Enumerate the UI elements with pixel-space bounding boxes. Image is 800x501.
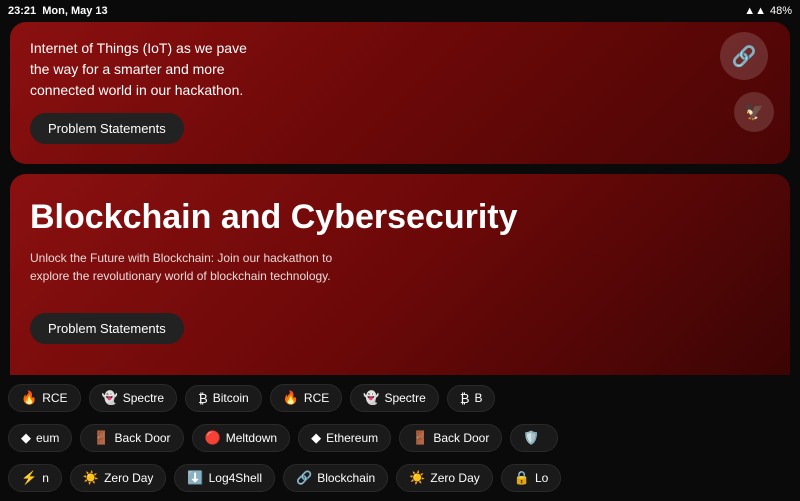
b-icon: ₿ (460, 391, 470, 406)
blockchain-problem-statements-button[interactable]: Problem Statements (30, 313, 184, 344)
tag-label: Blockchain (317, 471, 375, 485)
list-item: 🔥 RCE (8, 384, 81, 412)
tag-label: B (474, 391, 482, 405)
list-item: ⚡ n (8, 464, 62, 492)
list-item: 🔴 Meltdown (192, 424, 291, 452)
tags-row-2: ◆ eum 🚪 Back Door 🔴 Meltdown ◆ Ethereum … (0, 419, 800, 457)
iot-card-text: Internet of Things (IoT) as we pave the … (30, 38, 250, 101)
iot-icon-2: 🦅 (734, 92, 774, 132)
spectre-icon-2: 👻 (363, 390, 379, 406)
rce-icon-1: 🔥 (21, 390, 37, 406)
list-item: 👻 Spectre (350, 384, 439, 412)
tag-label: Zero Day (104, 471, 153, 485)
list-item: 🔥 RCE (270, 384, 343, 412)
tag-label: Back Door (115, 431, 171, 445)
blockchain-icon: 🔗 (296, 470, 312, 486)
tag-label: eum (36, 431, 59, 445)
tag-label: Spectre (123, 391, 164, 405)
blockchain-title: Blockchain and Cybersecurity (30, 198, 770, 237)
list-item: 🔒 Lo (501, 464, 562, 492)
blockchain-description: Unlock the Future with Blockchain: Join … (30, 249, 370, 285)
list-item: 🚪 Back Door (399, 424, 502, 452)
tag-label: Spectre (384, 391, 425, 405)
tags-wrapper: 🔥 RCE 👻 Spectre ₿ Bitcoin 🔥 RCE 👻 (0, 379, 800, 497)
tag-label: Log4Shell (209, 471, 262, 485)
bitcoin-icon: ₿ (198, 391, 208, 406)
wifi-icon: ▲▲ (744, 5, 766, 17)
tag-label: RCE (304, 391, 329, 405)
tag-label: Bitcoin (213, 391, 249, 405)
tag-label: Ethereum (326, 431, 378, 445)
log4shell-icon: ⬇️ (187, 470, 203, 486)
list-item: ⬇️ Log4Shell (174, 464, 275, 492)
backdoor-icon-2: 🚪 (412, 430, 428, 446)
list-item: ₿ B (447, 385, 496, 412)
list-item: ☀️ Zero Day (70, 464, 167, 492)
main-content: Internet of Things (IoT) as we pave the … (0, 22, 800, 501)
eth-partial-icon: ◆ (21, 430, 31, 446)
shield-icon: 🛡️ (523, 430, 539, 446)
rce-icon-2: 🔥 (283, 390, 299, 406)
list-item: ◆ Ethereum (298, 424, 391, 452)
iot-icon-1: 🔗 (720, 32, 768, 80)
iot-icons: 🔗 🦅 (714, 32, 774, 132)
list-item: ₿ Bitcoin (185, 385, 262, 412)
tags-row-1: 🔥 RCE 👻 Spectre ₿ Bitcoin 🔥 RCE 👻 (0, 379, 800, 417)
zeroday-icon-2: ☀️ (409, 470, 425, 486)
tag-label: n (42, 471, 49, 485)
tag-label: Back Door (433, 431, 489, 445)
tag-label: Lo (535, 471, 548, 485)
blockchain-card: Blockchain and Cybersecurity Unlock the … (10, 174, 790, 394)
list-item: 🛡️ (510, 424, 557, 452)
lo-icon: 🔒 (514, 470, 530, 486)
list-item: 🔗 Blockchain (283, 464, 388, 492)
spectre-icon-1: 👻 (102, 390, 118, 406)
zeroday-icon-1: ☀️ (83, 470, 99, 486)
list-item: 🚪 Back Door (80, 424, 183, 452)
iot-problem-statements-button[interactable]: Problem Statements (30, 113, 184, 144)
tags-row-3: ⚡ n ☀️ Zero Day ⬇️ Log4Shell 🔗 Blockchai… (0, 459, 800, 497)
tag-label: Meltdown (226, 431, 277, 445)
tag-label: Zero Day (430, 471, 479, 485)
battery-icon: 48% (770, 5, 792, 17)
tag-label: RCE (42, 391, 67, 405)
iot-card: Internet of Things (IoT) as we pave the … (10, 22, 790, 164)
list-item: 👻 Spectre (89, 384, 178, 412)
status-indicators: ▲▲ 48% (744, 5, 792, 17)
list-item: ◆ eum (8, 424, 72, 452)
status-time-date: 23:21 Mon, May 13 (8, 5, 108, 17)
tags-section: 🔥 RCE 👻 Spectre ₿ Bitcoin 🔥 RCE 👻 (0, 375, 800, 501)
n-partial-icon: ⚡ (21, 470, 37, 486)
status-bar: 23:21 Mon, May 13 ▲▲ 48% (0, 0, 800, 22)
ethereum-icon: ◆ (311, 430, 321, 446)
backdoor-icon-1: 🚪 (93, 430, 109, 446)
meltdown-icon: 🔴 (205, 430, 221, 446)
list-item: ☀️ Zero Day (396, 464, 493, 492)
